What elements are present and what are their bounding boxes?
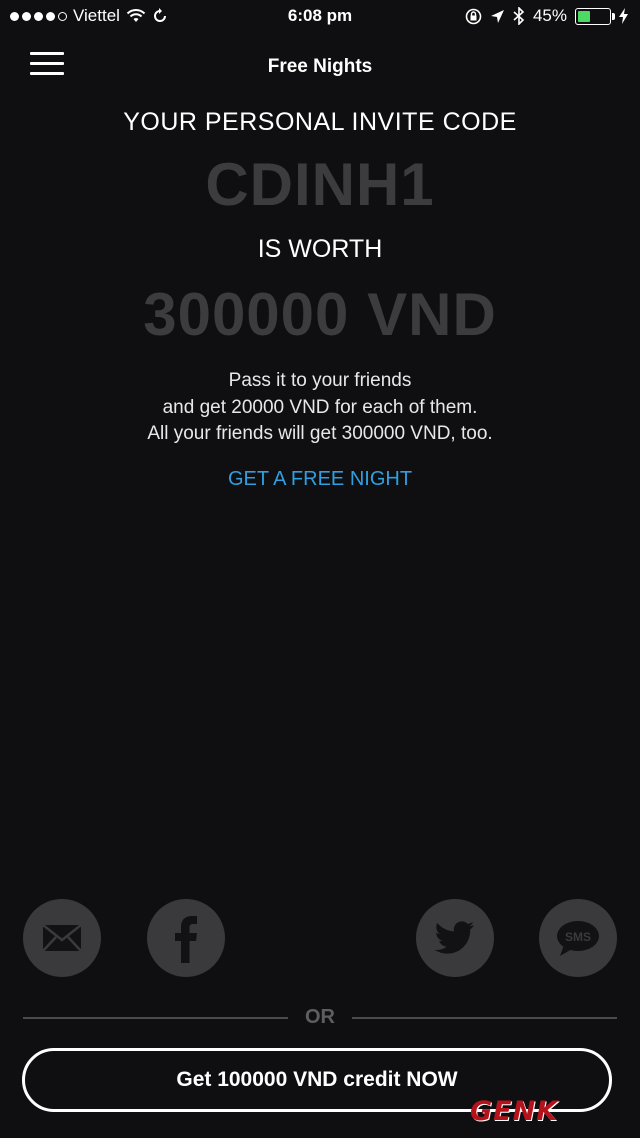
description-line: Pass it to your friends	[228, 370, 412, 391]
bluetooth-icon	[513, 7, 525, 25]
invite-code: CDINH1	[205, 151, 435, 218]
charging-bolt-icon	[619, 8, 628, 24]
mail-icon	[42, 924, 82, 952]
watermark-logo: GENK	[470, 1096, 559, 1127]
sms-icon: SMS	[557, 921, 599, 956]
invite-description: Pass it to your friends and get 20000 VN…	[0, 368, 640, 448]
location-arrow-icon	[490, 9, 504, 23]
status-right: 45%	[465, 6, 628, 26]
page-title: Free Nights	[267, 56, 373, 77]
facebook-icon	[175, 916, 197, 963]
sms-icon-label: SMS	[565, 930, 591, 944]
mail-share-button[interactable]	[23, 899, 101, 977]
battery-percent: 45%	[532, 6, 567, 25]
facebook-share-button[interactable]	[147, 899, 225, 977]
get-free-night-link[interactable]: GET A FREE NIGHT	[0, 468, 640, 491]
status-bar: Viettel 6:08 pm 45%	[0, 0, 640, 34]
divider-line-right	[352, 1017, 617, 1019]
twitter-icon	[434, 921, 474, 954]
worth-value: 300000 VND	[143, 281, 497, 348]
invite-code-heading: YOUR PERSONAL INVITE CODE	[123, 108, 517, 136]
description-line: All your friends will get 300000 VND, to…	[147, 423, 493, 444]
sms-share-button[interactable]: SMS	[539, 899, 617, 977]
description-line: and get 20000 VND for each of them.	[162, 396, 478, 418]
get-credit-button-label: Get 100000 VND credit NOW	[176, 1068, 458, 1091]
battery-icon	[575, 7, 615, 25]
orientation-lock-icon	[465, 8, 482, 24]
battery-level	[578, 10, 591, 22]
twitter-share-button[interactable]	[416, 899, 494, 977]
worth-label: IS WORTH	[257, 235, 383, 263]
